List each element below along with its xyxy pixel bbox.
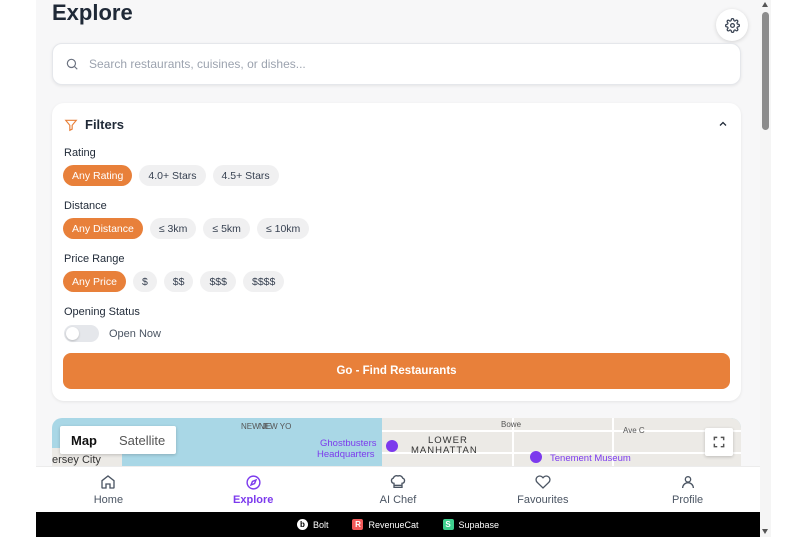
filters-panel: Filters Rating Any Rating 4.0+ Stars 4.5… (52, 103, 741, 401)
map-pin-icon (530, 451, 542, 463)
compass-icon (246, 474, 261, 490)
distance-3km-chip[interactable]: ≤ 3km (149, 218, 197, 239)
nav-profile[interactable]: Profile (615, 467, 760, 512)
map-label: Headquarters (317, 449, 375, 460)
scroll-down-arrow-icon[interactable] (762, 529, 768, 534)
bolt-badge[interactable]: b Bolt (296, 519, 329, 530)
nav-favourites[interactable]: Favourites (470, 467, 615, 512)
fullscreen-button[interactable] (705, 428, 733, 456)
rating-4-chip[interactable]: 4.0+ Stars (139, 165, 206, 186)
map-pin-icon (386, 440, 398, 452)
nav-ai-chef-label: AI Chef (379, 494, 417, 506)
chevron-up-icon[interactable] (717, 118, 729, 130)
supabase-label: Supabase (458, 519, 500, 530)
chef-hat-icon (390, 475, 406, 488)
home-icon (101, 475, 116, 489)
heart-icon (535, 475, 551, 489)
app-container: Explore Filters Rating Any Rating 4.0+ S… (36, 0, 760, 537)
supabase-logo-icon: S (442, 519, 454, 530)
distance-5km-chip[interactable]: ≤ 5km (203, 218, 250, 239)
map-mode-button[interactable]: Map (60, 426, 108, 454)
price-1-chip[interactable]: $ (132, 271, 157, 292)
map-label: ersey City (52, 454, 101, 466)
rating-4-5-chip[interactable]: 4.5+ Stars (212, 165, 279, 186)
filters-header[interactable]: Filters (64, 117, 124, 132)
gear-icon (724, 17, 740, 33)
map-label: Tenement Museum (550, 453, 631, 464)
find-restaurants-button[interactable]: Go - Find Restaurants (63, 353, 730, 389)
map-label: Ave C (623, 426, 645, 435)
map-type-toggle: Map Satellite (60, 426, 177, 454)
settings-button[interactable] (716, 9, 748, 41)
nav-home-label: Home (93, 494, 124, 506)
revenuecat-logo-icon: R (352, 519, 364, 530)
rating-any-chip[interactable]: Any Rating (63, 165, 133, 186)
search-bar[interactable] (52, 43, 741, 85)
distance-any-chip[interactable]: Any Distance (63, 218, 143, 239)
page-scrollbar[interactable] (760, 0, 771, 537)
bottom-navigation: Home Explore AI Chef Favourites Profile (36, 466, 760, 512)
search-input[interactable] (89, 57, 689, 71)
distance-options: Any Distance ≤ 3km ≤ 5km ≤ 10km (63, 218, 310, 239)
price-4-chip[interactable]: $$$$ (243, 271, 285, 292)
map-label: Ghostbusters (320, 438, 377, 449)
price-options: Any Price $ $$ $$$ $$$$ (63, 271, 285, 292)
open-now-toggle[interactable] (64, 325, 99, 342)
satellite-mode-button[interactable]: Satellite (108, 426, 176, 454)
map-label: NEW YO (259, 422, 292, 431)
filters-title: Filters (85, 117, 125, 132)
scrollbar-thumb[interactable] (762, 12, 769, 130)
revenuecat-badge[interactable]: R RevenueCat (352, 519, 419, 530)
opening-status-label: Opening Status (64, 306, 140, 318)
nav-explore[interactable]: Explore (181, 467, 326, 512)
nav-profile-label: Profile (671, 494, 704, 506)
map-label: Bowe (501, 420, 522, 429)
scroll-up-arrow-icon[interactable] (762, 2, 768, 7)
nav-explore-label: Explore (233, 494, 274, 506)
fullscreen-icon (713, 436, 725, 448)
nav-favourites-label: Favourites (517, 494, 569, 506)
distance-label: Distance (64, 200, 107, 212)
nav-ai-chef[interactable]: AI Chef (326, 467, 471, 512)
price-3-chip[interactable]: $$$ (200, 271, 236, 292)
rating-label: Rating (64, 147, 96, 159)
price-label: Price Range (64, 253, 125, 265)
distance-10km-chip[interactable]: ≤ 10km (256, 218, 310, 239)
price-any-chip[interactable]: Any Price (63, 271, 126, 292)
search-icon (66, 58, 78, 70)
page-title: Explore (52, 0, 133, 25)
nav-home[interactable]: Home (36, 467, 181, 512)
map-view[interactable]: Map Satellite NEW JE NEW YO Ghostbusters… (52, 418, 741, 468)
map-label: MANHATTAN (411, 445, 478, 456)
open-now-label: Open Now (109, 327, 161, 340)
price-2-chip[interactable]: $$ (163, 271, 194, 292)
bolt-logo-icon: b (296, 519, 308, 530)
user-icon (681, 476, 694, 489)
rating-options: Any Rating 4.0+ Stars 4.5+ Stars (63, 165, 279, 186)
bolt-label: Bolt (312, 519, 329, 530)
sponsor-footer: b Bolt R RevenueCat S Supabase (36, 512, 760, 537)
revenuecat-label: RevenueCat (368, 519, 419, 530)
open-now-row: Open Now (64, 325, 161, 342)
filter-funnel-icon (64, 119, 78, 131)
supabase-badge[interactable]: S Supabase (442, 519, 500, 530)
toggle-knob (66, 327, 79, 340)
map-road (382, 430, 741, 432)
